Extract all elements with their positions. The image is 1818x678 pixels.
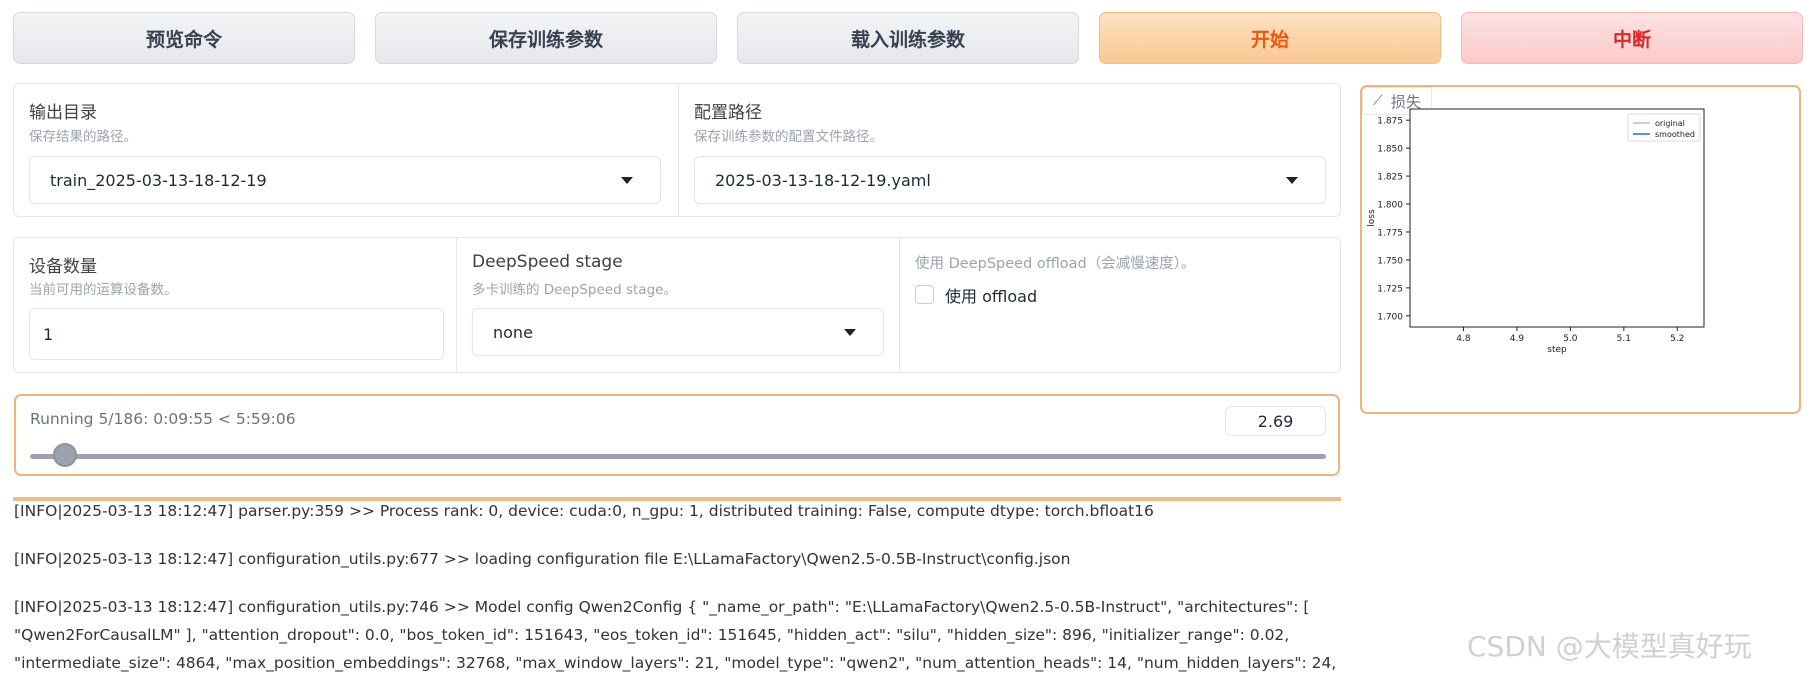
log-line: [INFO|2025-03-13 18:12:47] configuration… xyxy=(14,550,1071,568)
loss-chart-panel: ⟋ 损失 1.700 1.725 1.750 1.775 1.800 1.825 1.850… xyxy=(1360,85,1801,414)
progress-status-text: Running 5/186: 0:09:55 < 5:59:06 xyxy=(30,410,296,428)
start-button[interactable]: 开始 xyxy=(1099,12,1441,64)
config-path-dropdown[interactable]: 2025-03-13-18-12-19.yaml xyxy=(694,156,1326,204)
chevron-down-icon xyxy=(844,329,856,336)
progress-slider-thumb[interactable] xyxy=(52,443,77,467)
log-divider xyxy=(13,497,1341,501)
output-dir-value: train_2025-03-13-18-12-19 xyxy=(50,170,267,190)
ds-stage-value: none xyxy=(493,322,533,342)
device-row: 设备数量 当前可用的运算设备数。 1 DeepSpeed stage 多卡训练的… xyxy=(13,237,1341,373)
legend-label: smoothed xyxy=(1655,130,1695,139)
y-tick-label: 1.775 xyxy=(1377,228,1403,238)
x-tick-label: 4.9 xyxy=(1510,334,1525,344)
output-config-row: 输出目录 保存结果的路径。 train_2025-03-13-18-12-19 … xyxy=(13,83,1341,217)
progress-value-box[interactable]: 2.69 xyxy=(1225,406,1326,436)
device-count-block: 设备数量 当前可用的运算设备数。 1 xyxy=(14,238,456,372)
offload-checkbox-label[interactable]: 使用 offload xyxy=(945,283,1037,307)
y-tick-label: 1.800 xyxy=(1377,201,1403,211)
y-tick-label: 1.825 xyxy=(1377,173,1403,183)
y-tick-label: 1.850 xyxy=(1377,145,1403,155)
ds-offload-block: 使用 DeepSpeed offload（会减慢速度）。 使用 offload xyxy=(899,238,1342,372)
device-count-hint: 当前可用的运算设备数。 xyxy=(29,282,178,298)
offload-checkbox[interactable] xyxy=(915,285,934,304)
training-progress: Running 5/186: 0:09:55 < 5:59:06 2.69 xyxy=(14,394,1340,476)
save-args-button[interactable]: 保存训练参数 xyxy=(375,12,717,64)
y-axis-label: loss xyxy=(1367,209,1377,227)
x-tick-label: 5.0 xyxy=(1563,334,1578,344)
plot-frame xyxy=(1409,108,1705,328)
x-tick-label: 4.8 xyxy=(1456,334,1471,344)
x-axis-label: step xyxy=(1547,345,1567,355)
chevron-down-icon xyxy=(621,177,633,184)
output-dir-label: 输出目录 xyxy=(29,103,97,123)
load-args-button[interactable]: 载入训练参数 xyxy=(737,12,1079,64)
log-line: [INFO|2025-03-13 18:12:47] parser.py:359… xyxy=(14,502,1154,520)
abort-button[interactable]: 中断 xyxy=(1461,12,1803,64)
y-tick-label: 1.750 xyxy=(1377,256,1403,266)
ds-stage-dropdown[interactable]: none xyxy=(472,308,884,356)
log-line: "Qwen2ForCausalLM" ], "attention_dropout… xyxy=(14,626,1290,644)
loss-chart: 1.700 1.725 1.750 1.775 1.800 1.825 1.850 1.875… xyxy=(1367,108,1705,355)
ds-stage-label: DeepSpeed stage xyxy=(472,252,623,272)
output-dir-dropdown[interactable]: train_2025-03-13-18-12-19 xyxy=(29,156,661,204)
watermark-text: CSDN @大模型真好玩 xyxy=(1467,630,1752,663)
progress-slider-track[interactable] xyxy=(30,454,1326,459)
ds-stage-hint: 多卡训练的 DeepSpeed stage。 xyxy=(472,282,677,298)
x-tick-label: 5.2 xyxy=(1670,334,1684,344)
config-path-label: 配置路径 xyxy=(694,103,762,123)
legend-label: original xyxy=(1655,119,1685,128)
device-count-input[interactable]: 1 xyxy=(29,308,444,360)
output-dir-hint: 保存结果的路径。 xyxy=(29,129,137,145)
y-tick-label: 1.875 xyxy=(1377,117,1403,127)
log-line: "intermediate_size": 4864, "max_position… xyxy=(14,654,1337,672)
output-dir-block: 输出目录 保存结果的路径。 train_2025-03-13-18-12-19 xyxy=(14,84,678,216)
y-tick-label: 1.725 xyxy=(1377,284,1403,294)
log-line: [INFO|2025-03-13 18:12:47] configuration… xyxy=(14,598,1310,616)
preview-command-button[interactable]: 预览命令 xyxy=(13,12,355,64)
x-tick-label: 5.1 xyxy=(1617,334,1631,344)
config-path-block: 配置路径 保存训练参数的配置文件路径。 2025-03-13-18-12-19.… xyxy=(678,84,1342,216)
ds-offload-hint: 使用 DeepSpeed offload（会减慢速度）。 xyxy=(915,256,1196,272)
chevron-down-icon xyxy=(1286,177,1298,184)
ds-stage-block: DeepSpeed stage 多卡训练的 DeepSpeed stage。 n… xyxy=(456,238,899,372)
y-tick-label: 1.700 xyxy=(1377,312,1403,322)
config-path-value: 2025-03-13-18-12-19.yaml xyxy=(715,170,931,190)
device-count-label: 设备数量 xyxy=(29,257,97,277)
config-path-hint: 保存训练参数的配置文件路径。 xyxy=(694,129,883,145)
